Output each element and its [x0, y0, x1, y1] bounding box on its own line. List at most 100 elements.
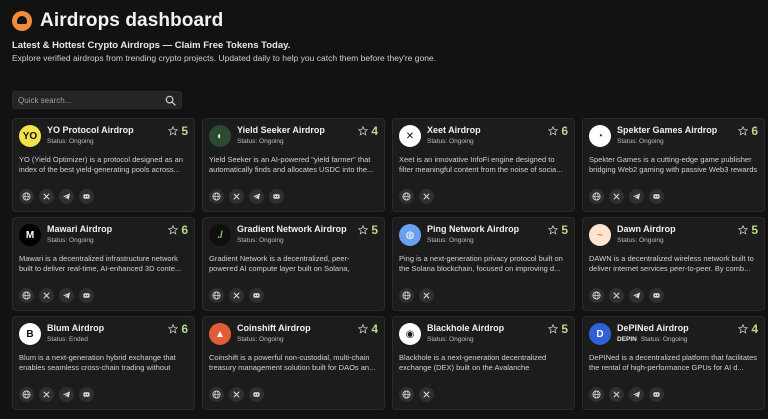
airdrop-name[interactable]: Dawn Airdrop — [617, 224, 758, 234]
globe-link-button[interactable]: globe-icon — [19, 387, 34, 402]
airdrop-description: Spekter Games is a cutting-edge game pub… — [589, 155, 758, 174]
airdrop-card[interactable]: ◐ Yield Seeker Airdrop Status: Ongoing 4… — [202, 118, 385, 212]
globe-link-button[interactable]: globe-icon — [209, 189, 224, 204]
globe-link-button[interactable]: globe-icon — [589, 189, 604, 204]
rating: 4 — [358, 124, 378, 138]
airdrop-name[interactable]: Mawari Airdrop — [47, 224, 188, 234]
star-icon[interactable] — [738, 225, 749, 235]
airdrop-card[interactable]: ▲ Coinshift Airdrop Status: Ongoing 4 Co… — [202, 316, 385, 410]
page-description: Explore verified airdrops from trending … — [12, 53, 437, 63]
globe-link-button[interactable]: globe-icon — [209, 288, 224, 303]
status-text: Status: Ongoing — [47, 138, 94, 145]
airdrop-card[interactable]: ◍ Ping Network Airdrop Status: Ongoing 5… — [392, 217, 575, 311]
airdrop-name[interactable]: Xeet Airdrop — [427, 125, 568, 135]
mawari-logo-icon: M — [19, 224, 41, 246]
globe-link-button[interactable]: globe-icon — [19, 189, 34, 204]
rating-score: 6 — [561, 124, 568, 138]
telegram-link-button[interactable]: telegram-icon — [59, 189, 74, 204]
rating: 6 — [168, 322, 188, 336]
x-link-button[interactable]: x-icon — [229, 387, 244, 402]
airdrop-card[interactable]: D DePINed Airdrop DEPIN Status: Ongoing 4… — [582, 316, 765, 410]
discord-link-button[interactable]: discord-icon — [649, 288, 664, 303]
discord-link-button[interactable]: discord-icon — [249, 288, 264, 303]
telegram-link-button[interactable]: telegram-icon — [249, 189, 264, 204]
telegram-link-button[interactable]: telegram-icon — [629, 189, 644, 204]
x-link-button[interactable]: x-icon — [419, 387, 434, 402]
x-link-button[interactable]: x-icon — [419, 288, 434, 303]
search-input[interactable] — [18, 95, 165, 105]
rating: 4 — [738, 322, 758, 336]
x-link-button[interactable]: x-icon — [39, 189, 54, 204]
xeet-logo-icon: ✕ — [399, 125, 421, 147]
telegram-link-button[interactable]: telegram-icon — [59, 387, 74, 402]
x-link-button[interactable]: x-icon — [229, 189, 244, 204]
discord-link-button[interactable]: discord-icon — [79, 387, 94, 402]
airdrop-description: Blum is a next-generation hybrid exchang… — [19, 353, 176, 372]
search-box[interactable] — [12, 91, 182, 109]
status-text: Status: Ongoing — [617, 138, 664, 145]
airdrop-name[interactable]: Coinshift Airdrop — [237, 323, 378, 333]
globe-link-button[interactable]: globe-icon — [399, 387, 414, 402]
x-link-button[interactable]: x-icon — [39, 288, 54, 303]
ping-logo-icon: ◍ — [399, 224, 421, 246]
telegram-link-button[interactable]: telegram-icon — [629, 288, 644, 303]
airdrop-name[interactable]: Blackhole Airdrop — [427, 323, 568, 333]
discord-link-button[interactable]: discord-icon — [649, 387, 664, 402]
globe-link-button[interactable]: globe-icon — [209, 387, 224, 402]
airdrop-description: Blackhole is a next-generation decentral… — [399, 353, 547, 372]
star-icon[interactable] — [358, 225, 369, 235]
airdrop-card[interactable]: B Blum Airdrop Status: Ended 6 Blum is a… — [12, 316, 195, 410]
x-link-button[interactable]: x-icon — [229, 288, 244, 303]
airdrop-name[interactable]: DePINed Airdrop — [617, 323, 758, 333]
star-icon[interactable] — [548, 225, 559, 235]
search-icon[interactable] — [165, 95, 176, 106]
x-link-button[interactable]: x-icon — [39, 387, 54, 402]
star-icon[interactable] — [168, 324, 179, 334]
globe-link-button[interactable]: globe-icon — [19, 288, 34, 303]
airdrop-card[interactable]: M Mawari Airdrop Status: Ongoing 6 Mawar… — [12, 217, 195, 311]
airdrop-card[interactable]: ✕ Xeet Airdrop Status: Ongoing 6 Xeet is… — [392, 118, 575, 212]
airdrop-name[interactable]: Spekter Games Airdrop — [617, 125, 758, 135]
star-icon[interactable] — [168, 126, 179, 136]
x-link-button[interactable]: x-icon — [609, 288, 624, 303]
x-link-button[interactable]: x-icon — [419, 189, 434, 204]
yo-protocol-logo-icon: YO — [19, 125, 41, 147]
star-icon[interactable] — [548, 324, 559, 334]
discord-link-button[interactable]: discord-icon — [79, 189, 94, 204]
rating: 5 — [168, 124, 188, 138]
discord-link-button[interactable]: discord-icon — [79, 288, 94, 303]
globe-link-button[interactable]: globe-icon — [589, 387, 604, 402]
airdrop-card[interactable]: ~ Dawn Airdrop Status: Ongoing 5 DAWN is… — [582, 217, 765, 311]
x-link-button[interactable]: x-icon — [609, 387, 624, 402]
telegram-link-button[interactable]: telegram-icon — [59, 288, 74, 303]
discord-link-button[interactable]: discord-icon — [249, 387, 264, 402]
airdrop-name[interactable]: Ping Network Airdrop — [427, 224, 568, 234]
star-icon[interactable] — [548, 126, 559, 136]
discord-link-button[interactable]: discord-icon — [649, 189, 664, 204]
status-text: Status: Ongoing — [237, 336, 284, 343]
globe-link-button[interactable]: globe-icon — [399, 189, 414, 204]
airdrop-name[interactable]: Gradient Network Airdrop — [237, 224, 378, 234]
discord-link-button[interactable]: discord-icon — [269, 189, 284, 204]
airdrop-name[interactable]: Yield Seeker Airdrop — [237, 125, 378, 135]
airdrop-card[interactable]: YO YO Protocol Airdrop Status: Ongoing 5… — [12, 118, 195, 212]
social-links: globe-icon x-icon telegram-icon discord-ico… — [589, 189, 664, 204]
airdrop-name[interactable]: YO Protocol Airdrop — [47, 125, 188, 135]
x-link-button[interactable]: x-icon — [609, 189, 624, 204]
airdrop-card[interactable]: ./ Gradient Network Airdrop Status: Ongo… — [202, 217, 385, 311]
telegram-link-button[interactable]: telegram-icon — [629, 387, 644, 402]
star-icon[interactable] — [738, 126, 749, 136]
star-icon[interactable] — [358, 126, 369, 136]
star-icon[interactable] — [168, 225, 179, 235]
globe-link-button[interactable]: globe-icon — [589, 288, 604, 303]
rating: 5 — [358, 223, 378, 237]
airdrop-card[interactable]: ◔ Spekter Games Airdrop Status: Ongoing … — [582, 118, 765, 212]
airdrop-name[interactable]: Blum Airdrop — [47, 323, 188, 333]
star-icon[interactable] — [358, 324, 369, 334]
globe-link-button[interactable]: globe-icon — [399, 288, 414, 303]
dawn-logo-icon: ~ — [589, 224, 611, 246]
rating: 6 — [548, 124, 568, 138]
star-icon[interactable] — [738, 324, 749, 334]
status-text: Status: Ended — [47, 336, 88, 343]
airdrop-card[interactable]: ◉ Blackhole Airdrop Status: Ongoing 5 Bl… — [392, 316, 575, 410]
